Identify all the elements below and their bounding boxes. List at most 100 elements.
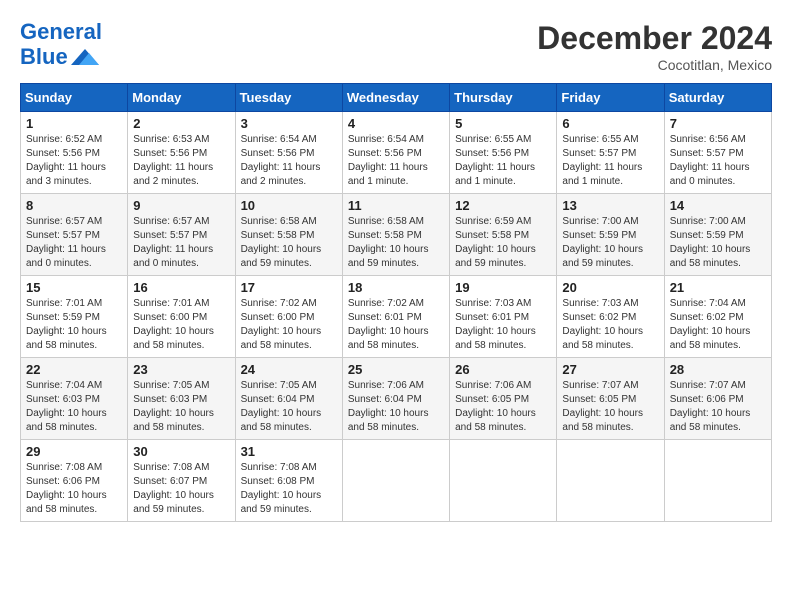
day-info: Sunrise: 7:04 AM Sunset: 6:03 PM Dayligh… [26,379,122,435]
day-info: Sunrise: 6:54 AM Sunset: 5:56 PM Dayligh… [241,133,337,189]
calendar-week-row: 8 Sunrise: 6:57 AM Sunset: 5:57 PM Daylig… [21,194,772,276]
day-info: Sunrise: 7:02 AM Sunset: 6:00 PM Dayligh… [241,297,337,353]
day-number: 30 [133,444,229,459]
subtitle: Cocotitlan, Mexico [537,57,772,73]
calendar-cell [557,440,664,522]
day-number: 24 [241,362,337,377]
header-tuesday: Tuesday [235,84,342,112]
day-number: 23 [133,362,229,377]
calendar-cell: 5 Sunrise: 6:55 AM Sunset: 5:56 PM Daylig… [450,112,557,194]
calendar-cell: 16 Sunrise: 7:01 AM Sunset: 6:00 PM Dayli… [128,276,235,358]
day-number: 8 [26,198,122,213]
title-block: December 2024 Cocotitlan, Mexico [537,20,772,73]
day-info: Sunrise: 7:06 AM Sunset: 6:04 PM Dayligh… [348,379,444,435]
day-info: Sunrise: 7:01 AM Sunset: 5:59 PM Dayligh… [26,297,122,353]
day-number: 25 [348,362,444,377]
calendar-cell: 15 Sunrise: 7:01 AM Sunset: 5:59 PM Dayli… [21,276,128,358]
calendar-cell: 23 Sunrise: 7:05 AM Sunset: 6:03 PM Dayli… [128,358,235,440]
day-info: Sunrise: 7:07 AM Sunset: 6:06 PM Dayligh… [670,379,766,435]
calendar-cell [664,440,771,522]
day-info: Sunrise: 7:01 AM Sunset: 6:00 PM Dayligh… [133,297,229,353]
day-info: Sunrise: 7:00 AM Sunset: 5:59 PM Dayligh… [670,215,766,271]
day-number: 6 [562,116,658,131]
day-info: Sunrise: 7:08 AM Sunset: 6:07 PM Dayligh… [133,461,229,517]
day-number: 16 [133,280,229,295]
day-number: 9 [133,198,229,213]
calendar-cell: 28 Sunrise: 7:07 AM Sunset: 6:06 PM Dayli… [664,358,771,440]
page-header: General Blue December 2024 Cocotitlan, M… [20,20,772,73]
day-info: Sunrise: 7:06 AM Sunset: 6:05 PM Dayligh… [455,379,551,435]
day-number: 2 [133,116,229,131]
day-number: 12 [455,198,551,213]
day-info: Sunrise: 6:58 AM Sunset: 5:58 PM Dayligh… [348,215,444,271]
calendar-cell: 18 Sunrise: 7:02 AM Sunset: 6:01 PM Dayli… [342,276,449,358]
day-info: Sunrise: 6:57 AM Sunset: 5:57 PM Dayligh… [26,215,122,271]
calendar-cell: 8 Sunrise: 6:57 AM Sunset: 5:57 PM Daylig… [21,194,128,276]
calendar-cell [342,440,449,522]
calendar-cell: 30 Sunrise: 7:08 AM Sunset: 6:07 PM Dayli… [128,440,235,522]
day-info: Sunrise: 7:07 AM Sunset: 6:05 PM Dayligh… [562,379,658,435]
day-number: 29 [26,444,122,459]
day-info: Sunrise: 7:08 AM Sunset: 6:06 PM Dayligh… [26,461,122,517]
logo-icon [71,45,99,69]
day-info: Sunrise: 6:55 AM Sunset: 5:57 PM Dayligh… [562,133,658,189]
main-title: December 2024 [537,20,772,57]
day-info: Sunrise: 6:56 AM Sunset: 5:57 PM Dayligh… [670,133,766,189]
day-number: 31 [241,444,337,459]
day-number: 13 [562,198,658,213]
day-number: 15 [26,280,122,295]
header-thursday: Thursday [450,84,557,112]
calendar-cell: 13 Sunrise: 7:00 AM Sunset: 5:59 PM Dayli… [557,194,664,276]
day-info: Sunrise: 6:58 AM Sunset: 5:58 PM Dayligh… [241,215,337,271]
calendar-week-row: 1Sunrise: 6:52 AM Sunset: 5:56 PM Daylig… [21,112,772,194]
calendar-cell: 3 Sunrise: 6:54 AM Sunset: 5:56 PM Daylig… [235,112,342,194]
calendar-cell: 11 Sunrise: 6:58 AM Sunset: 5:58 PM Dayli… [342,194,449,276]
header-wednesday: Wednesday [342,84,449,112]
calendar-cell: 22 Sunrise: 7:04 AM Sunset: 6:03 PM Dayli… [21,358,128,440]
day-info: Sunrise: 7:02 AM Sunset: 6:01 PM Dayligh… [348,297,444,353]
day-number: 3 [241,116,337,131]
day-number: 10 [241,198,337,213]
day-info: Sunrise: 7:05 AM Sunset: 6:04 PM Dayligh… [241,379,337,435]
calendar-cell: 4 Sunrise: 6:54 AM Sunset: 5:56 PM Daylig… [342,112,449,194]
calendar-week-row: 22 Sunrise: 7:04 AM Sunset: 6:03 PM Dayli… [21,358,772,440]
header-monday: Monday [128,84,235,112]
day-number: 19 [455,280,551,295]
day-number: 11 [348,198,444,213]
day-number: 17 [241,280,337,295]
day-number: 5 [455,116,551,131]
calendar-cell: 2Sunrise: 6:53 AM Sunset: 5:56 PM Daylig… [128,112,235,194]
day-number: 20 [562,280,658,295]
calendar-week-row: 29 Sunrise: 7:08 AM Sunset: 6:06 PM Dayli… [21,440,772,522]
day-info: Sunrise: 7:00 AM Sunset: 5:59 PM Dayligh… [562,215,658,271]
calendar-cell: 7 Sunrise: 6:56 AM Sunset: 5:57 PM Daylig… [664,112,771,194]
day-number: 4 [348,116,444,131]
day-number: 27 [562,362,658,377]
calendar-week-row: 15 Sunrise: 7:01 AM Sunset: 5:59 PM Dayli… [21,276,772,358]
day-number: 22 [26,362,122,377]
calendar-table: SundayMondayTuesdayWednesdayThursdayFrid… [20,83,772,522]
calendar-cell: 14 Sunrise: 7:00 AM Sunset: 5:59 PM Dayli… [664,194,771,276]
calendar-cell: 29 Sunrise: 7:08 AM Sunset: 6:06 PM Dayli… [21,440,128,522]
calendar-cell: 10 Sunrise: 6:58 AM Sunset: 5:58 PM Dayli… [235,194,342,276]
calendar-cell: 1Sunrise: 6:52 AM Sunset: 5:56 PM Daylig… [21,112,128,194]
calendar-cell: 21Sunrise: 7:04 AM Sunset: 6:02 PM Dayli… [664,276,771,358]
day-info: Sunrise: 6:54 AM Sunset: 5:56 PM Dayligh… [348,133,444,189]
day-info: Sunrise: 7:08 AM Sunset: 6:08 PM Dayligh… [241,461,337,517]
day-number: 7 [670,116,766,131]
day-number: 14 [670,198,766,213]
day-number: 1 [26,116,122,131]
calendar-cell: 20Sunrise: 7:03 AM Sunset: 6:02 PM Dayli… [557,276,664,358]
calendar-cell: 12Sunrise: 6:59 AM Sunset: 5:58 PM Dayli… [450,194,557,276]
calendar-cell: 25 Sunrise: 7:06 AM Sunset: 6:04 PM Dayli… [342,358,449,440]
day-info: Sunrise: 6:55 AM Sunset: 5:56 PM Dayligh… [455,133,551,189]
calendar-cell: 17 Sunrise: 7:02 AM Sunset: 6:00 PM Dayli… [235,276,342,358]
calendar-cell [450,440,557,522]
header-friday: Friday [557,84,664,112]
day-number: 18 [348,280,444,295]
header-saturday: Saturday [664,84,771,112]
logo-text: General [20,20,102,44]
day-info: Sunrise: 7:05 AM Sunset: 6:03 PM Dayligh… [133,379,229,435]
calendar-cell: 6 Sunrise: 6:55 AM Sunset: 5:57 PM Daylig… [557,112,664,194]
day-number: 28 [670,362,766,377]
